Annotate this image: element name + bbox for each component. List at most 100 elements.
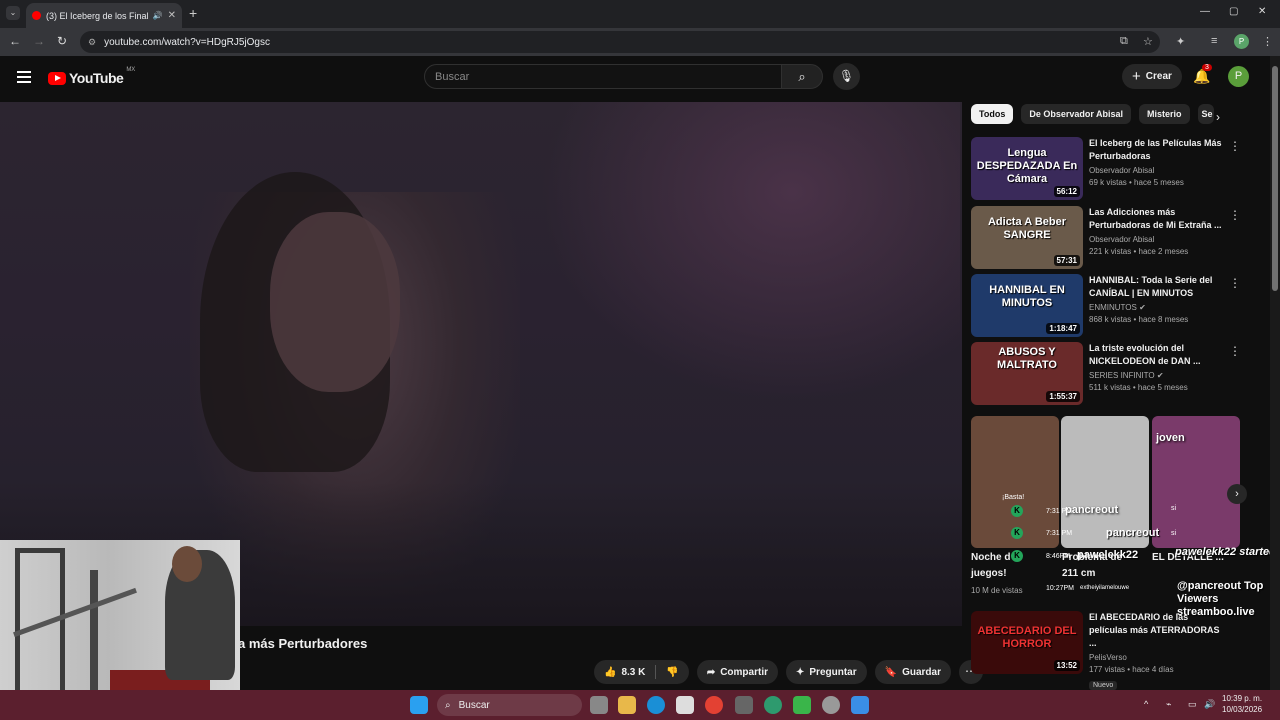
new-tab-button[interactable]: +: [189, 5, 197, 21]
channel-name[interactable]: SERIES INFINITO ✔: [1089, 371, 1224, 380]
channel-name[interactable]: PelisVerso: [1089, 653, 1224, 662]
youtube-play-icon: [48, 71, 66, 85]
search-button[interactable]: ⌕: [781, 64, 823, 89]
like-button[interactable]: 👍 8.3 K: [594, 660, 655, 684]
youtube-logo[interactable]: YouTube MX: [48, 67, 135, 86]
bookmark-icon: 🔖: [884, 666, 898, 678]
browser-profile-avatar[interactable]: P: [1234, 34, 1249, 49]
short-thumbnail[interactable]: joven: [1152, 416, 1240, 548]
list-item[interactable]: Lengua DESPEDAZADA En Cámara 56:12 El Ic…: [971, 137, 1241, 201]
chat-timestamp: 10:27PM: [1046, 585, 1075, 592]
store-icon[interactable]: [676, 696, 694, 714]
video-thumbnail[interactable]: ABECEDARIO DEL HORROR 13:52: [971, 611, 1083, 674]
minimize-button[interactable]: —: [1200, 6, 1210, 17]
page-scrollbar[interactable]: [1270, 56, 1280, 690]
address-bar[interactable]: ⚙ youtube.com/watch?v=HDgRJ5jOgsc: [80, 31, 1160, 53]
chip-channel[interactable]: De Observador Abisal: [1021, 104, 1132, 124]
share-button[interactable]: ➦ Compartir: [696, 660, 778, 684]
speaker-icon[interactable]: 🔊: [153, 11, 163, 20]
file-explorer-icon[interactable]: [618, 696, 636, 714]
avatar[interactable]: P: [1228, 66, 1249, 87]
maximize-button[interactable]: ▢: [1229, 6, 1238, 17]
system-clock[interactable]: 10:39 p. m. 10/03/2026: [1222, 693, 1262, 715]
chat-message: si: [1171, 530, 1177, 537]
app-icon[interactable]: [793, 696, 811, 714]
taskbar-search[interactable]: ⌕ Buscar: [437, 694, 582, 716]
more-options-icon[interactable]: ⋮: [1229, 208, 1241, 222]
site-info-icon[interactable]: ⚙: [88, 37, 96, 48]
monitor-icon[interactable]: ▭: [1188, 699, 1197, 710]
task-view-icon[interactable]: [590, 696, 608, 714]
list-item[interactable]: Adicta A Beber SANGRE 57:31 Las Adiccion…: [971, 206, 1241, 270]
list-item[interactable]: ABECEDARIO DEL HORROR 13:52 El ABECEDARI…: [971, 611, 1241, 690]
voice-search-button[interactable]: 🎙: [833, 63, 860, 90]
short-title[interactable]: juegos!: [971, 568, 1007, 579]
bookmark-star-icon[interactable]: ☆: [1143, 35, 1153, 48]
list-item[interactable]: HANNIBAL EN MINUTOS 1:18:47 HANNIBAL: To…: [971, 274, 1241, 338]
youtube-favicon-icon: [32, 11, 41, 20]
chip-todos[interactable]: Todos: [971, 104, 1014, 124]
tray-chevron-icon[interactable]: ^: [1144, 699, 1148, 709]
microphone-icon: 🎙: [838, 69, 855, 83]
network-icon[interactable]: ⌁: [1166, 699, 1171, 710]
video-thumbnail[interactable]: Lengua DESPEDAZADA En Cámara 56:12: [971, 137, 1083, 200]
chat-timestamp: 7:31 PM: [1046, 530, 1073, 537]
volume-icon[interactable]: 🔊: [1204, 699, 1215, 710]
video-title[interactable]: El Iceberg de las Películas Más Perturba…: [1089, 137, 1224, 163]
chip-partial[interactable]: Se: [1197, 104, 1214, 124]
chrome-icon[interactable]: [705, 696, 723, 714]
app-icon[interactable]: [851, 696, 869, 714]
scrollbar-thumb[interactable]: [1272, 66, 1278, 291]
channel-name[interactable]: Observador Abisal: [1089, 166, 1224, 175]
view-info: 868 k vistas • hace 8 meses: [1089, 315, 1189, 324]
more-options-icon[interactable]: ⋮: [1229, 344, 1241, 358]
reading-list-icon[interactable]: ≡: [1211, 35, 1217, 47]
more-options-icon[interactable]: ⋮: [1229, 139, 1241, 153]
close-tab-icon[interactable]: ✕: [168, 10, 176, 21]
duration-badge: 1:18:47: [1046, 323, 1080, 334]
channel-name[interactable]: ENMINUTOS ✔: [1089, 303, 1224, 312]
more-options-icon[interactable]: ⋮: [1229, 276, 1241, 290]
video-title[interactable]: Las Adicciones más Perturbadoras de Mi E…: [1089, 206, 1224, 232]
chrome-profile-icon[interactable]: [764, 696, 782, 714]
thumbnail-text: ABECEDARIO DEL HORROR: [977, 625, 1077, 650]
create-button[interactable]: + Crear: [1122, 64, 1182, 89]
forward-icon[interactable]: →: [33, 34, 45, 48]
save-button[interactable]: 🔖 Guardar: [874, 660, 951, 684]
video-thumbnail[interactable]: ABUSOS Y MALTRATO 1:55:37: [971, 342, 1083, 405]
chip-misterio[interactable]: Misterio: [1139, 104, 1190, 124]
video-thumbnail[interactable]: HANNIBAL EN MINUTOS 1:18:47: [971, 274, 1083, 337]
chevron-right-icon[interactable]: ›: [1216, 110, 1220, 124]
menu-icon[interactable]: [17, 71, 31, 86]
install-app-icon[interactable]: ⧉: [1120, 35, 1128, 48]
short-title[interactable]: Noche d: [971, 552, 1010, 563]
video-title[interactable]: HANNIBAL: Toda la Serie del CANÍBAL | EN…: [1089, 274, 1224, 300]
close-window-button[interactable]: ✕: [1258, 6, 1266, 17]
video-thumbnail[interactable]: Adicta A Beber SANGRE 57:31: [971, 206, 1083, 269]
tab-search-button[interactable]: ⌄: [6, 6, 20, 20]
url-text: youtube.com/watch?v=HDgRJ5jOgsc: [104, 36, 270, 48]
extensions-icon[interactable]: ✦: [1176, 35, 1185, 48]
list-item[interactable]: ABUSOS Y MALTRATO 1:55:37 La triste evol…: [971, 342, 1241, 406]
search-input[interactable]: Buscar: [424, 64, 782, 89]
short-label: pancreout: [1065, 504, 1119, 516]
video-title[interactable]: El ABECEDARIO de las películas más ATERR…: [1089, 611, 1224, 650]
create-label: Crear: [1145, 71, 1172, 82]
edge-icon[interactable]: [647, 696, 665, 714]
browser-tab[interactable]: (3) El Iceberg de los Finale 🔊 ✕: [26, 3, 182, 28]
verified-icon: ✔: [1139, 303, 1146, 312]
browser-menu-icon[interactable]: ⋮: [1262, 35, 1273, 48]
reload-icon[interactable]: ↻: [57, 34, 67, 48]
shorts-next-button[interactable]: ›: [1227, 484, 1247, 504]
settings-icon[interactable]: [822, 696, 840, 714]
short-title[interactable]: Problema de: [1062, 552, 1122, 563]
channel-name[interactable]: Observador Abisal: [1089, 235, 1224, 244]
notifications-button[interactable]: 🔔 3: [1193, 64, 1212, 85]
app-icon[interactable]: [735, 696, 753, 714]
video-title[interactable]: La triste evolución del NICKELODEON de D…: [1089, 342, 1224, 368]
thumbs-up-icon: 👍: [604, 666, 617, 678]
back-icon[interactable]: ←: [9, 34, 21, 48]
ask-button[interactable]: ✦ Preguntar: [786, 660, 867, 684]
windows-start-icon[interactable]: [410, 696, 428, 714]
dislike-button[interactable]: 👎: [656, 660, 688, 684]
